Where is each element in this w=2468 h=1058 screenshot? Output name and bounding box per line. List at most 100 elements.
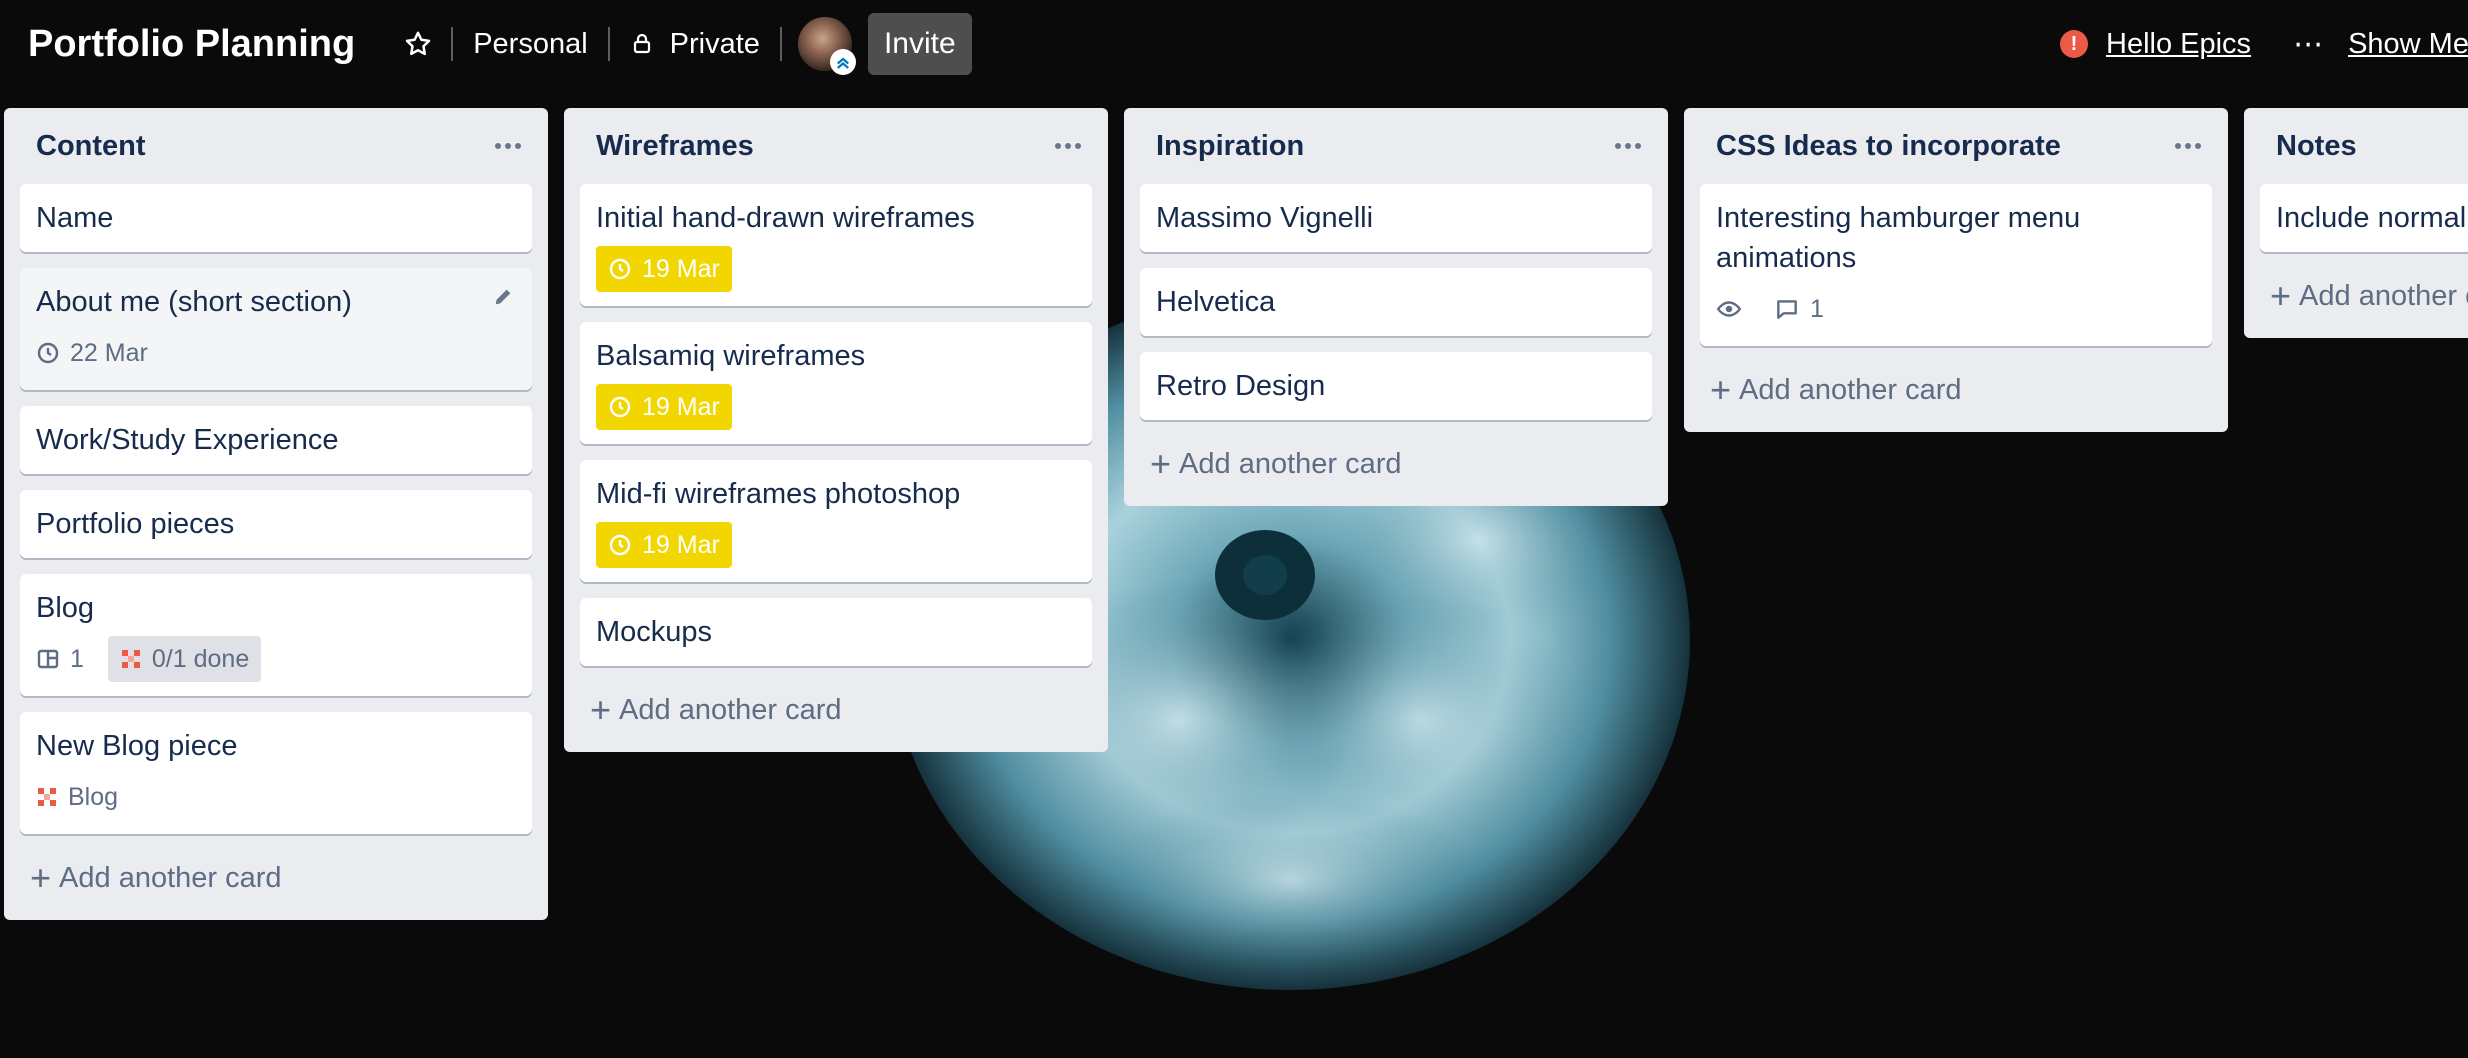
add-card-button[interactable]: + Add another card: [1700, 362, 2212, 418]
card[interactable]: Blog 1 0/1 done: [20, 574, 532, 696]
comment-icon: [1777, 300, 1797, 319]
clock-icon: [609, 396, 631, 418]
due-date-badge[interactable]: 19 Mar: [596, 246, 732, 292]
list-header: Inspiration: [1140, 108, 1652, 184]
card[interactable]: Name: [20, 184, 532, 252]
card[interactable]: Portfolio pieces: [20, 490, 532, 558]
epic-icon: [38, 788, 56, 806]
epic-progress-text: 0/1 done: [151, 644, 250, 673]
card[interactable]: New Blog piece Blog: [20, 712, 532, 834]
board-icon: [37, 649, 59, 669]
list-inspiration: Inspiration Massimo Vignelli Helvetica R…: [1124, 108, 1668, 506]
comment-count: 1: [1810, 294, 1824, 323]
add-card-label: Add another card: [2299, 279, 2468, 312]
header-divider: [779, 27, 782, 61]
card-title: Name: [36, 202, 114, 234]
card-title: About me (short section): [36, 286, 352, 318]
board-header: Portfolio Planning Personal Private Invi…: [0, 0, 2468, 88]
card-badges: 19 Mar: [596, 522, 1076, 568]
card-title: New Blog piece: [36, 730, 238, 762]
card[interactable]: Mid-fi wireframes photoshop 19 Mar: [580, 460, 1092, 582]
header-right: ! Hello Epics ⋯ Show Menu: [2060, 0, 2468, 88]
card-title: Balsamiq wireframes: [596, 340, 866, 372]
list-menu-icon[interactable]: [1044, 126, 1092, 166]
card-title: Retro Design: [1156, 370, 1326, 402]
list-title[interactable]: Wireframes: [596, 130, 754, 163]
card-title: Portfolio pieces: [36, 508, 235, 540]
card[interactable]: Balsamiq wireframes 19 Mar: [580, 322, 1092, 444]
invite-button[interactable]: Invite: [867, 13, 972, 75]
add-card-button[interactable]: + Add another card: [1140, 436, 1652, 492]
attachment-badge: 1: [36, 636, 92, 682]
list-header: CSS Ideas to incorporate: [1700, 108, 2212, 184]
card-badges: 1 0/1 done: [36, 636, 516, 682]
due-date-text: 19 Mar: [642, 530, 720, 559]
due-date-text: 19 Mar: [642, 254, 720, 283]
visibility-label: Private: [669, 27, 760, 60]
card-title: Work/Study Experience: [36, 424, 339, 456]
card[interactable]: Mockups: [580, 598, 1092, 666]
list-menu-icon[interactable]: [2164, 126, 2212, 166]
star-button[interactable]: [385, 12, 451, 76]
due-date-badge[interactable]: 19 Mar: [596, 384, 732, 430]
card-title: Helvetica: [1156, 286, 1276, 318]
card-title: Mid-fi wireframes photoshop: [596, 478, 961, 510]
epic-icon: [121, 650, 140, 668]
clock-icon: [609, 534, 631, 556]
card[interactable]: Helvetica: [1140, 268, 1652, 336]
list-header: Content: [20, 108, 532, 184]
plus-icon: +: [1150, 443, 1172, 484]
card[interactable]: Initial hand-drawn wireframes 19 Mar: [580, 184, 1092, 306]
board-title[interactable]: Portfolio Planning: [28, 23, 355, 66]
due-date-badge[interactable]: 19 Mar: [596, 522, 732, 568]
show-menu-button[interactable]: Show Menu: [2348, 28, 2468, 61]
list-menu-icon[interactable]: [1604, 126, 1652, 166]
card[interactable]: About me (short section) 22 Mar: [20, 268, 532, 390]
card-badges: 22 Mar: [36, 330, 516, 376]
watching-badge: [1716, 286, 1760, 332]
card-badges: 19 Mar: [596, 384, 1076, 430]
add-card-button[interactable]: + Add another card: [20, 850, 532, 906]
visibility-button[interactable]: Private: [610, 12, 780, 76]
card[interactable]: Retro Design: [1140, 352, 1652, 420]
list-css-ideas: CSS Ideas to incorporate Interesting ham…: [1684, 108, 2228, 432]
more-icon[interactable]: ⋯: [2293, 27, 2324, 62]
add-card-button[interactable]: + Add another card: [580, 682, 1092, 738]
due-date-text: 19 Mar: [642, 392, 720, 421]
admin-chevron-icon: [829, 49, 856, 75]
card[interactable]: Massimo Vignelli: [1140, 184, 1652, 252]
card-badges: Blog: [36, 774, 516, 820]
list-header: Notes: [2260, 108, 2468, 184]
lock-icon: [633, 33, 650, 54]
card-title: Mockups: [596, 616, 713, 648]
card[interactable]: Include normalize: [2260, 184, 2468, 252]
list-content: Content Name About me (short section) 22…: [4, 108, 548, 920]
add-card-label: Add another card: [59, 861, 282, 894]
clock-icon: [609, 258, 631, 280]
alert-icon: !: [2060, 30, 2088, 58]
pencil-icon[interactable]: [492, 286, 514, 308]
comments-badge: 1: [1774, 286, 1832, 332]
list-menu-icon[interactable]: [484, 126, 532, 166]
hello-epics-button[interactable]: Hello Epics: [2106, 28, 2251, 61]
member-avatar[interactable]: [795, 15, 856, 75]
card-title: Include normalize: [2276, 202, 2468, 234]
list-title[interactable]: Notes: [2276, 130, 2357, 163]
card-title: Blog: [36, 592, 95, 624]
workspace-button[interactable]: Personal: [453, 12, 607, 76]
card-title: Initial hand-drawn wireframes: [596, 202, 975, 234]
card-title: Massimo Vignelli: [1156, 202, 1374, 234]
card[interactable]: Work/Study Experience: [20, 406, 532, 474]
epic-label-badge: Blog: [36, 774, 126, 820]
list-title[interactable]: Content: [36, 130, 146, 163]
due-date-badge: 22 Mar: [36, 330, 156, 376]
epic-label-text: Blog: [68, 782, 119, 811]
list-title[interactable]: Inspiration: [1156, 130, 1304, 163]
card[interactable]: Interesting hamburger menu animations 1: [1700, 184, 2212, 346]
card-badges: 1: [1716, 286, 2196, 332]
card-badges: 19 Mar: [596, 246, 1076, 292]
list-title[interactable]: CSS Ideas to incorporate: [1716, 130, 2061, 163]
plus-icon: +: [590, 689, 612, 730]
add-card-button[interactable]: + Add another card: [2260, 268, 2468, 324]
add-card-label: Add another card: [1739, 373, 1962, 406]
